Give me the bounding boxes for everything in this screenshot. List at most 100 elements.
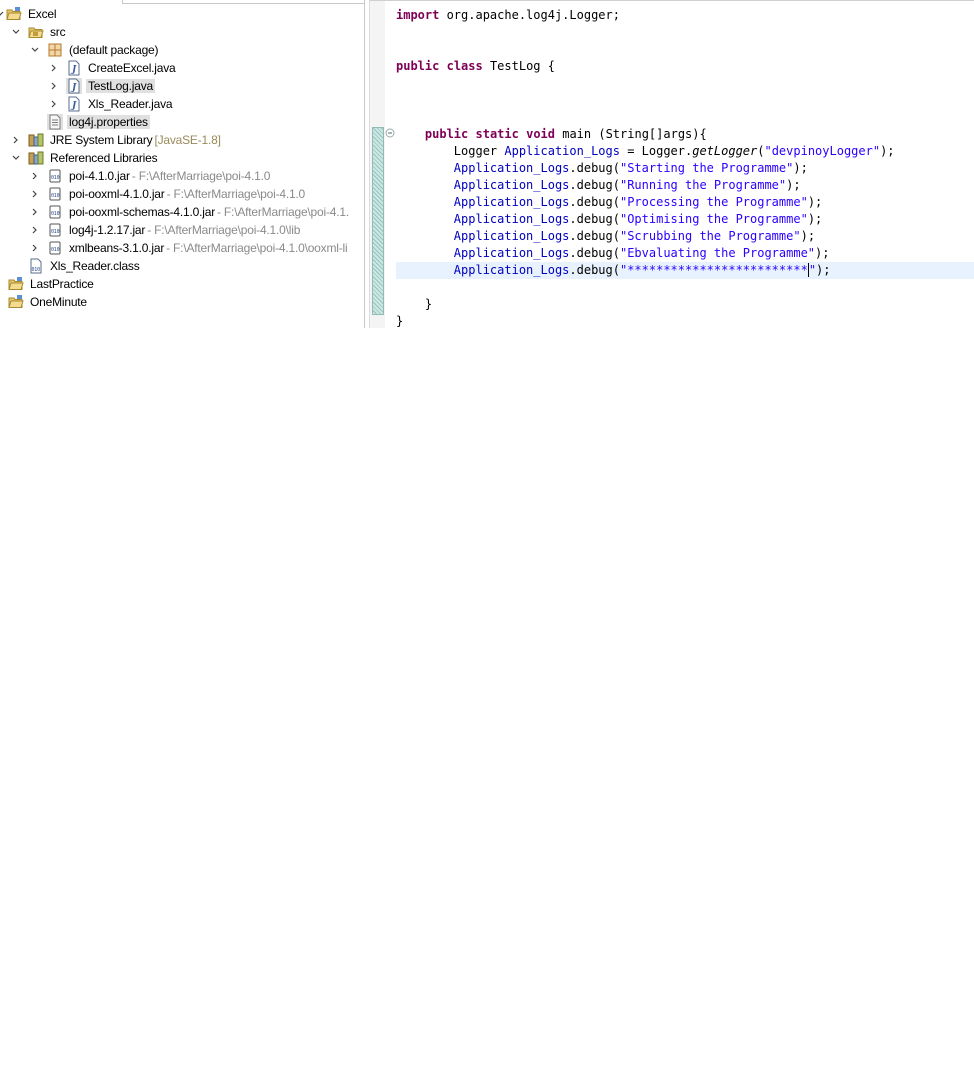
package-icon [47,42,63,58]
code-text: } [396,314,404,328]
field-name: Application_Logs [453,178,570,192]
string-literal: "************************* [619,263,808,277]
tree-item-log4j-properties[interactable]: log4j.properties [0,113,365,131]
string-literal: "Running the Programme" [619,178,787,192]
method-name: getLogger [692,144,758,158]
code-text: main (String[]args){ [555,127,707,141]
tree-item-jre-system-library[interactable]: JRE System Library [JavaSE-1.8] [0,131,365,149]
tree-item-excel[interactable]: Excel [0,5,365,23]
field-name: Application_Logs [504,144,620,158]
field-name: Application_Logs [453,161,570,175]
tree-item-xls-reader-java[interactable]: J Xls_Reader.java [0,95,365,113]
string-literal: "Scrubbing the Programme" [619,229,801,243]
tree-item-lastpractice[interactable]: LastPractice [0,275,365,293]
tree-item-decoration: - F:\AfterMarriage\poi-4.1. [217,205,349,219]
string-literal: "devpinoyLogger" [764,144,881,158]
tree-item-label: Xls_Reader.class [50,259,140,273]
code-text: .debug( [569,246,620,260]
tree-item-label: CreateExcel.java [88,61,176,75]
chevron-right-icon[interactable] [29,242,41,254]
svg-text:J: J [70,65,77,75]
svg-text:010: 010 [32,267,41,273]
tree-item-label: Excel [28,7,57,21]
tree-item-jar[interactable]: 010 xmlbeans-3.1.0.jar - F:\AfterMarriag… [0,239,365,257]
code-text: ); [793,161,808,175]
code-text: ); [786,178,801,192]
chevron-right-icon[interactable] [10,134,22,146]
code-text: } [424,297,433,311]
tree-item-label: poi-ooxml-schemas-4.1.0.jar [69,205,215,219]
code-text: ); [800,229,816,243]
tree-item-label: log4j-1.2.17.jar [69,223,146,237]
svg-text:010: 010 [51,247,60,253]
code-editor[interactable]: import org.apache.log4j.Logger; public c… [370,0,974,328]
code-line: Application_Logs.debug("Starting the Pro… [396,160,974,177]
jar-icon: 010 [47,168,63,184]
string-literal: "Optimising the Programme" [619,212,808,226]
jar-icon: 010 [47,222,63,238]
code-line: Application_Logs.debug("Ebvaluating the … [396,245,974,262]
code-line: Application_Logs.debug("Scrubbing the Pr… [396,228,974,245]
tree-item-label: poi-ooxml-4.1.0.jar [69,187,165,201]
jar-icon: 010 [47,204,63,220]
project-folder-icon [6,6,22,22]
string-literal: "Processing the Programme" [619,195,808,209]
chevron-right-icon[interactable] [29,206,41,218]
tree-item-label: TestLog.java [86,79,155,93]
svg-text:010: 010 [51,229,60,235]
code-line: import org.apache.log4j.Logger; [396,7,974,24]
explorer-toolbar-edge [122,0,365,4]
chevron-down-icon[interactable] [10,26,22,38]
code-text: .debug( [569,178,620,192]
chevron-right-icon[interactable] [29,224,41,236]
field-name: Application_Logs [453,263,570,277]
chevron-right-icon[interactable] [48,62,60,74]
text-caret: " [807,263,817,277]
java-file-icon: J [66,96,82,112]
code-line: public class TestLog { [396,58,974,75]
package-explorer: Excel src (default package) J CreateExce… [0,0,365,328]
tree-item-xls-reader-class[interactable]: 010 Xls_Reader.class [0,257,365,275]
tree-item-src[interactable]: src [0,23,365,41]
tree-item-decoration: - F:\AfterMarriage\poi-4.1.0 [131,169,271,183]
field-name: Application_Logs [453,246,570,260]
tree-item-referenced-libraries[interactable]: Referenced Libraries [0,149,365,167]
tree-item-jar[interactable]: 010 log4j-1.2.17.jar - F:\AfterMarriage\… [0,221,365,239]
source-folder-icon [28,24,44,40]
tree-item-label: JRE System Library [50,133,153,147]
tree-item-oneminute[interactable]: OneMinute [0,293,365,311]
code-line: } [396,313,974,328]
chevron-right-icon[interactable] [48,80,60,92]
tree-item-jar[interactable]: 010 poi-ooxml-schemas-4.1.0.jar - F:\Aft… [0,203,365,221]
tree-item-label: (default package) [69,43,159,57]
code-text: ); [815,246,830,260]
code-text: ); [807,195,823,209]
class-file-icon: 010 [28,258,44,274]
code-text: .debug( [569,212,620,226]
tree-item-label: log4j.properties [67,115,150,129]
code-text: ); [816,263,831,277]
tree-item-testlog-java[interactable]: J TestLog.java [0,77,365,95]
chevron-right-icon[interactable] [29,188,41,200]
keyword: public [396,59,440,73]
library-icon [28,132,44,148]
tree-item-label: LastPractice [30,277,94,291]
tree-item-default-package[interactable]: (default package) [0,41,365,59]
tree-item-jar[interactable]: 010 poi-ooxml-4.1.0.jar - F:\AfterMarria… [0,185,365,203]
field-name: Application_Logs [453,212,570,226]
chevron-down-icon[interactable] [29,44,41,56]
chevron-right-icon[interactable] [29,170,41,182]
tree-item-jar[interactable]: 010 poi-4.1.0.jar - F:\AfterMarriage\poi… [0,167,365,185]
chevron-down-icon[interactable] [10,152,22,164]
library-icon [28,150,44,166]
code-text: Logger [453,144,505,158]
chevron-right-icon[interactable] [48,98,60,110]
code-text: .debug( [569,195,620,209]
fold-collapse-icon[interactable] [385,128,395,138]
tree-item-createexcel-java[interactable]: J CreateExcel.java [0,59,365,77]
code-text: .debug( [569,161,620,175]
tree-item-label: Referenced Libraries [50,151,158,165]
project-folder-icon [8,276,24,292]
code-text: org.apache.log4j.Logger; [439,8,620,22]
code-text: ); [880,144,895,158]
